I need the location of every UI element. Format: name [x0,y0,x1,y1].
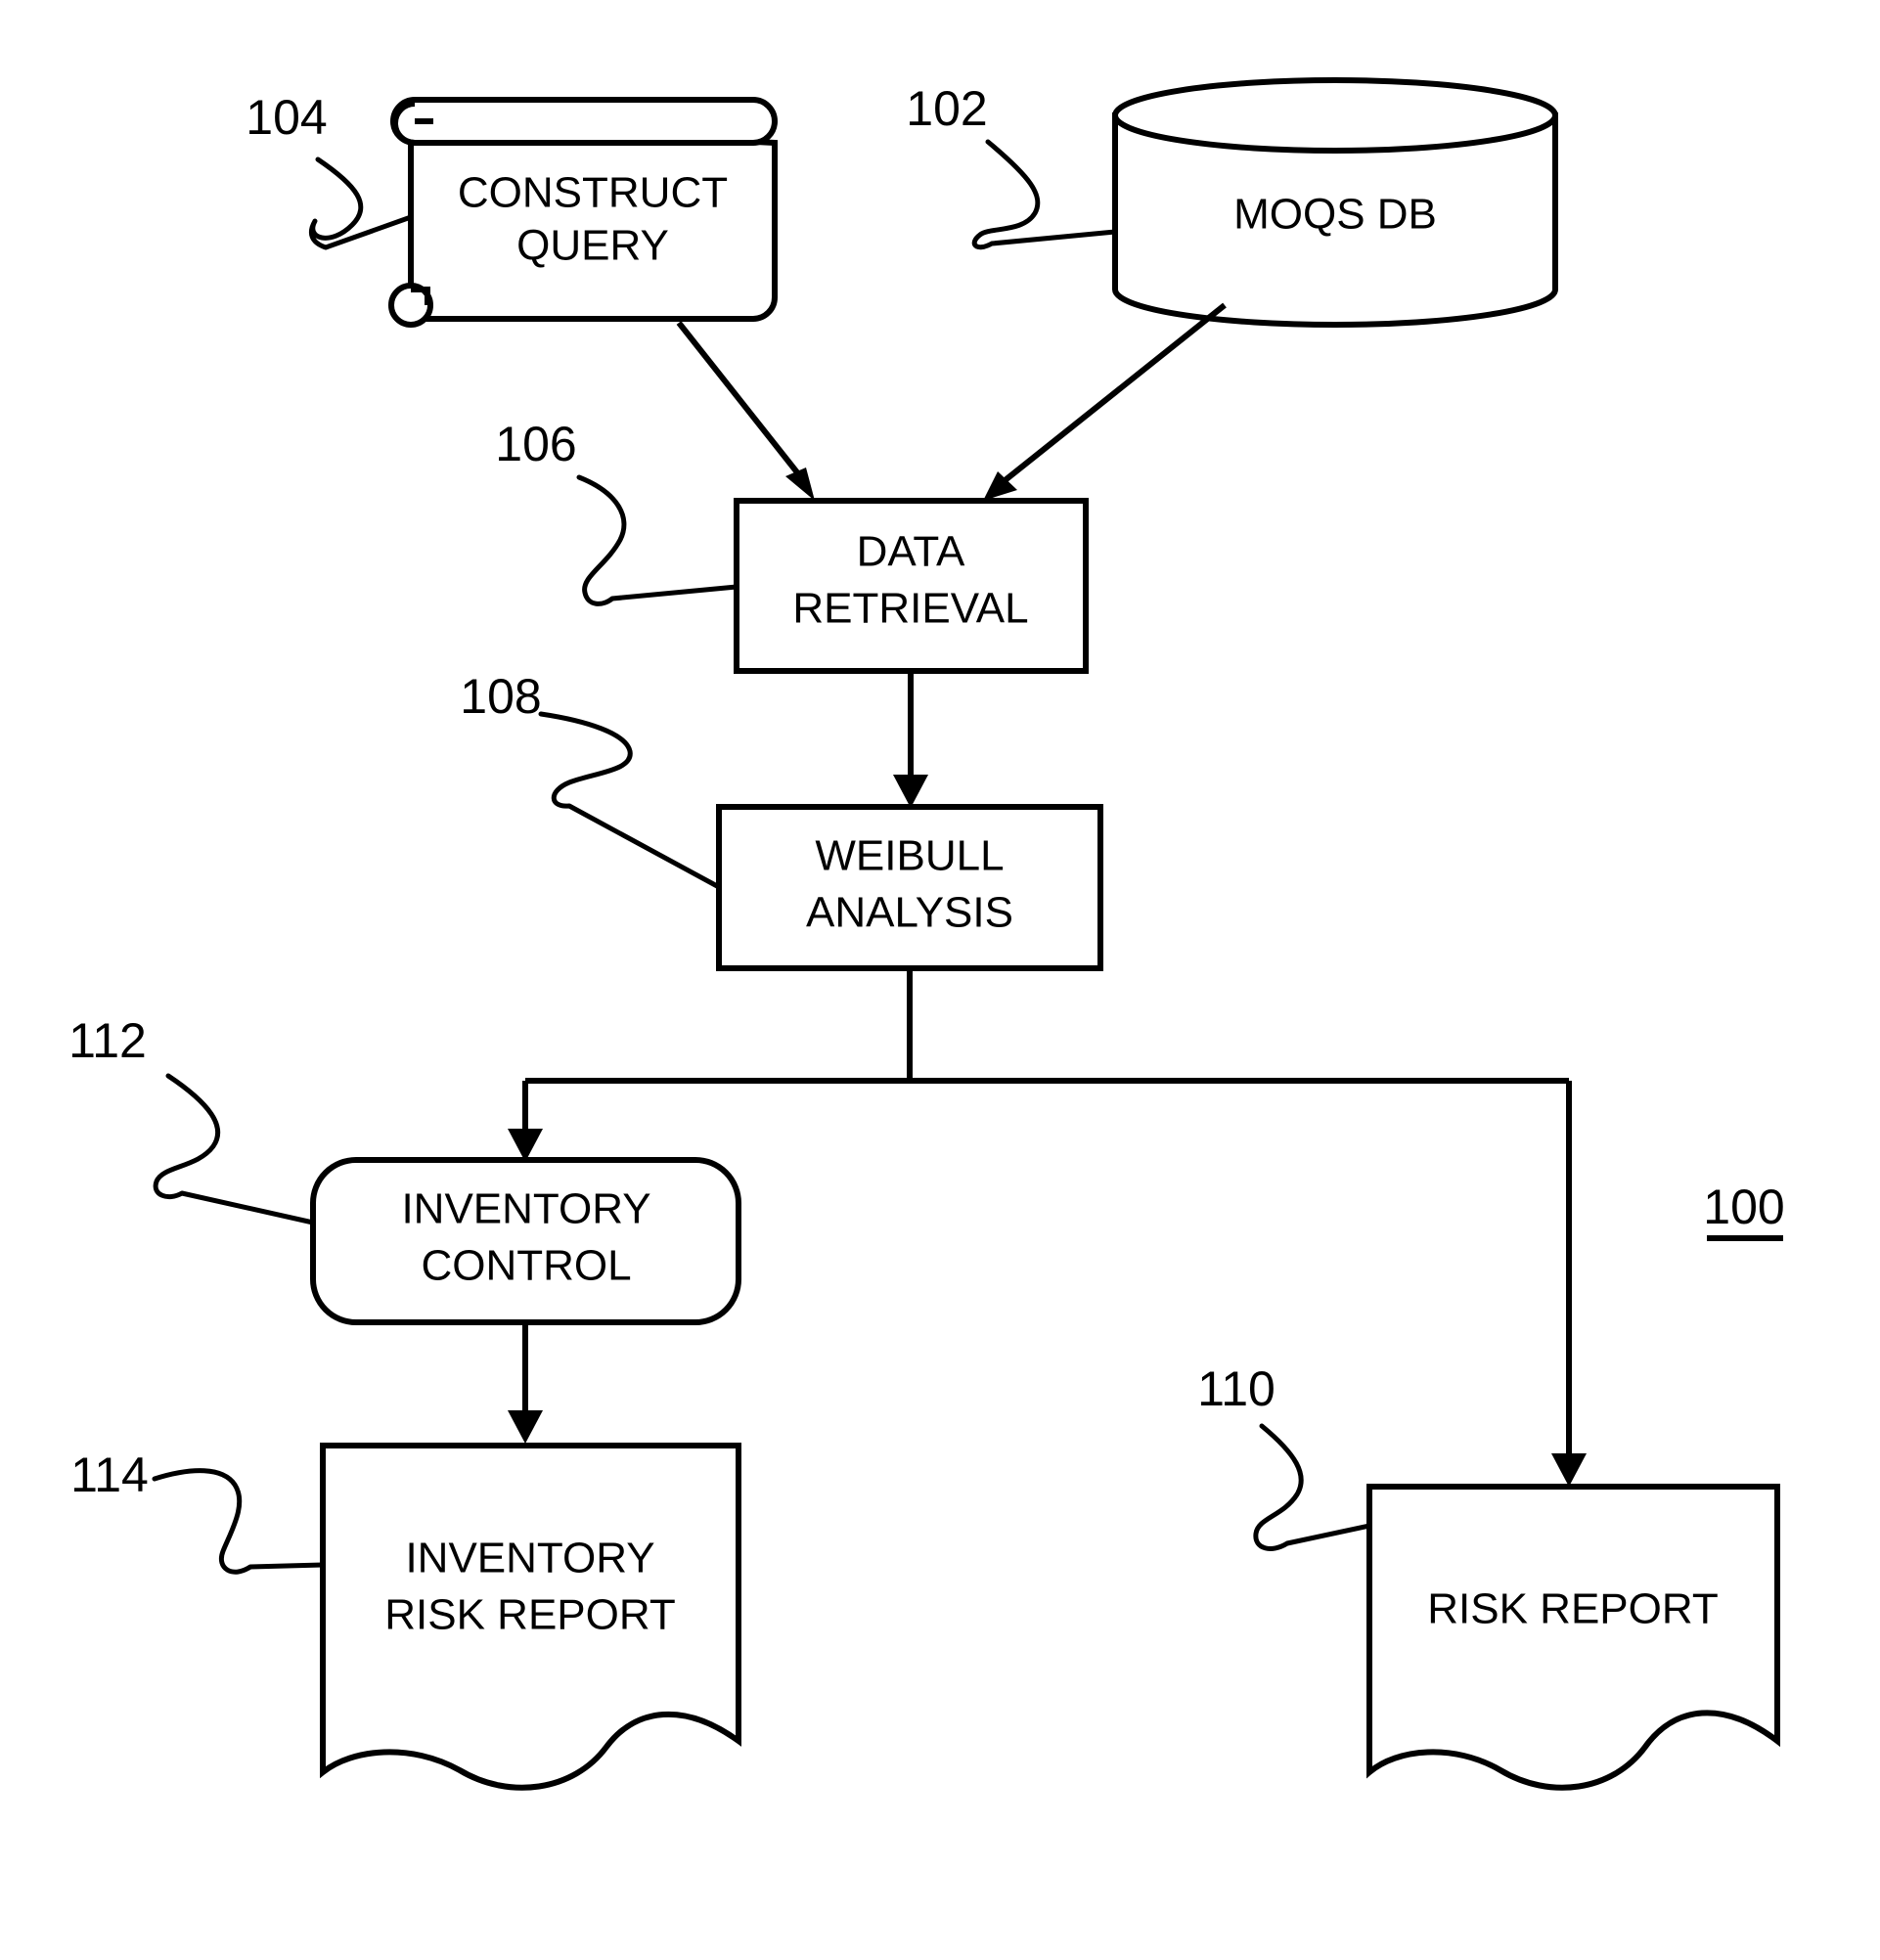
weibull-analysis-label-line2: ANALYSIS [806,889,1013,937]
inventory-risk-report-label-line1: INVENTORY [405,1535,654,1582]
arrow-head-to-weibull [893,775,928,808]
node-moqs-db: MOQS DB [1112,77,1558,328]
ref-label-106: 106 [495,417,576,471]
connector-bus-to-inventory-control [508,1081,543,1162]
arrow-head-to-inventory-control [508,1129,543,1162]
weibull-analysis-label-line1: WEIBULL [815,832,1004,880]
node-inventory-control: INVENTORY CONTROL [310,1157,741,1325]
node-data-retrieval: DATA RETRIEVAL [734,498,1089,674]
construct-query-label-line2: QUERY [516,222,669,270]
data-retrieval-label-line1: DATA [857,528,965,576]
ref-callout-114: 114 [70,1448,326,1575]
inventory-risk-report-label-line2: RISK REPORT [384,1591,675,1639]
moqs-db-top-ellipse [1112,77,1558,154]
node-construct-query: CONSTRUCT QUERY [388,97,778,328]
ref-callout-106: 106 [495,417,739,606]
node-inventory-risk-report: INVENTORY RISK REPORT [320,1443,741,1791]
figure-overall-ref: 100 [1703,1180,1785,1241]
connector-moqs-db-to-data-retrieval [983,302,1227,501]
connector-construct-query-to-data-retrieval [676,321,815,501]
ref-callout-104: 104 [246,90,414,250]
arrow-head-to-risk-report [1551,1453,1587,1487]
arrow-head-to-inventory-risk-report [508,1410,543,1444]
node-weibull-analysis: WEIBULL ANALYSIS [716,804,1103,971]
node-risk-report: RISK REPORT [1366,1484,1780,1791]
ref-label-110: 110 [1197,1361,1276,1416]
patent-figure: CONSTRUCT QUERY 104 MOQS DB 102 DATA RET… [0,0,1880,1960]
inventory-control-label-line1: INVENTORY [401,1185,650,1233]
data-retrieval-label-line2: RETRIEVAL [792,585,1028,633]
risk-report-body [1366,1484,1780,1791]
construct-query-top-roll [390,97,778,146]
ref-callout-102: 102 [906,81,1118,250]
ref-label-108: 108 [460,669,541,724]
connector-weibull-branch-bus [525,968,1569,1084]
ref-label-102: 102 [906,81,987,136]
connector-bus-to-risk-report [1551,1081,1587,1487]
ref-label-112: 112 [68,1013,147,1068]
connector-data-retrieval-to-weibull [893,671,928,808]
ref-label-114: 114 [70,1448,149,1502]
ref-callout-108: 108 [460,669,722,890]
connector-inventory-control-to-report [508,1322,543,1444]
ref-callout-110: 110 [1197,1361,1372,1551]
arrow-head-to-data-retrieval-left [785,468,815,501]
figure-canvas: CONSTRUCT QUERY 104 MOQS DB 102 DATA RET… [68,77,1785,1791]
inventory-control-label-line2: CONTROL [421,1242,631,1290]
moqs-db-label-line1: MOQS DB [1233,191,1437,239]
figure-ref-label-100: 100 [1703,1180,1784,1234]
risk-report-label-line1: RISK REPORT [1427,1585,1718,1633]
ref-label-104: 104 [246,90,327,145]
ref-callout-112: 112 [68,1013,316,1225]
construct-query-label-line1: CONSTRUCT [458,169,728,217]
